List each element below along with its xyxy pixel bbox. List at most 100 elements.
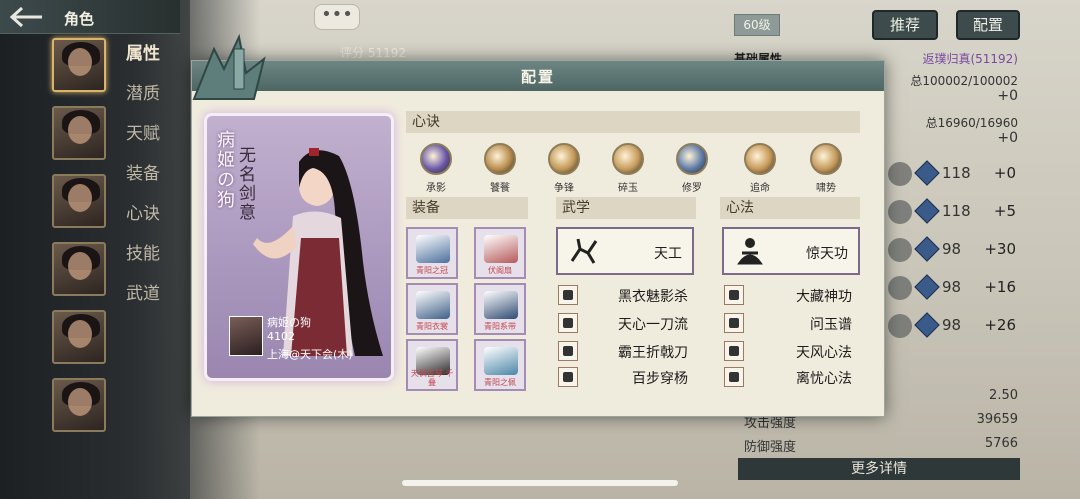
- equipment-slot[interactable]: 伏阁扇: [474, 227, 526, 279]
- skill-row[interactable]: 大藏神功: [724, 285, 852, 307]
- menu-item-attributes[interactable]: 属性: [126, 42, 160, 82]
- gem-icon: [914, 198, 940, 224]
- equipment-icon: [484, 347, 518, 375]
- martial-figure-icon: [570, 238, 598, 264]
- skill-icon: [558, 341, 578, 361]
- xinjue-item[interactable]: 修罗: [670, 143, 714, 194]
- equipment-slot[interactable]: 天枫古琴·千叠: [406, 339, 458, 391]
- xinjue-item[interactable]: 承影: [414, 143, 458, 194]
- equipment-label: 青阳之冠: [416, 266, 448, 275]
- skill-row[interactable]: 黑衣魅影杀: [558, 285, 688, 307]
- xinjue-item[interactable]: 啸势: [804, 143, 848, 194]
- xinjue-icon: [810, 143, 842, 175]
- equipment-icon: [484, 291, 518, 319]
- level-badge: 60级: [734, 14, 780, 36]
- character-list: [52, 38, 106, 446]
- skill-level-row: 118 +5: [888, 198, 1028, 236]
- modal-title: 配置: [520, 68, 555, 86]
- gem-icon: [914, 274, 940, 300]
- header-bar: 角色: [0, 0, 180, 34]
- main-wuxue-name: 天工: [654, 246, 682, 262]
- skill-row[interactable]: 霸王折戟刀: [558, 341, 688, 363]
- gem-icon: [914, 236, 940, 262]
- main-xinfa-name: 惊天功: [806, 246, 848, 262]
- skill-row[interactable]: 天风心法: [724, 341, 852, 363]
- xinjue-label: 追命: [750, 183, 770, 194]
- character-avatar[interactable]: [52, 310, 106, 364]
- menu-item-wudao[interactable]: 武道: [126, 282, 160, 322]
- recommend-button[interactable]: 推荐: [872, 10, 938, 40]
- skill-row[interactable]: 问玉谱: [724, 313, 852, 335]
- character-avatar[interactable]: [52, 378, 106, 432]
- skill-icon: [724, 341, 744, 361]
- ornament-icon: [192, 33, 266, 100]
- xinjue-item[interactable]: 争锋: [542, 143, 586, 194]
- skill-icon: [558, 367, 578, 387]
- equipment-slot[interactable]: 青阳之冠: [406, 227, 458, 279]
- skill-name: 百步穿杨: [632, 371, 688, 387]
- xinjue-label: 啸势: [816, 183, 836, 194]
- xinjue-item[interactable]: 碎玉: [606, 143, 650, 194]
- skill-row[interactable]: 天心一刀流: [558, 313, 688, 335]
- equipment-label: 青阳之佩: [484, 378, 516, 387]
- skill-icon: [724, 367, 744, 387]
- equipment-slot[interactable]: 青阳衣裳: [406, 283, 458, 335]
- character-portrait-card: 病姬の狗 无名剑意 病姬の狗 4102 上海@天下会(木): [204, 113, 394, 381]
- menu-item-talent[interactable]: 天赋: [126, 122, 160, 162]
- skill-row[interactable]: 离忧心法: [724, 367, 852, 389]
- equipment-label: 青阳衣裳: [416, 322, 448, 331]
- chat-button[interactable]: •••: [314, 4, 360, 30]
- menu-item-potential[interactable]: 潜质: [126, 82, 160, 122]
- hp-plus: +0: [997, 88, 1018, 104]
- mp-total: 总16960/16960: [925, 116, 1018, 130]
- gem-icon: [914, 160, 940, 186]
- character-avatar[interactable]: [52, 106, 106, 160]
- main-xinfa-slot[interactable]: 惊天功: [722, 227, 860, 275]
- defense-value: 5766: [984, 436, 1018, 451]
- equipment-slot[interactable]: 青阳系带: [474, 283, 526, 335]
- character-avatar[interactable]: [52, 38, 106, 92]
- main-wuxue-slot[interactable]: 天工: [556, 227, 694, 275]
- back-arrow-icon[interactable]: [8, 5, 46, 29]
- skill-name: 霸王折戟刀: [618, 345, 688, 361]
- skill-level-row: 98 +26: [888, 312, 1028, 350]
- xinfa-section-title: 心法: [720, 197, 860, 219]
- xinjue-item[interactable]: 饕餮: [478, 143, 522, 194]
- equipment-slot[interactable]: 青阳之佩: [474, 339, 526, 391]
- character-avatar[interactable]: [52, 174, 106, 228]
- owner-avatar: [229, 316, 263, 356]
- home-indicator: [402, 480, 678, 486]
- xinjue-label: 争锋: [554, 183, 574, 194]
- equipment-label: 青阳系带: [484, 322, 516, 331]
- skill-level-row: 98 +30: [888, 236, 1028, 274]
- meditation-figure-icon: [737, 238, 763, 265]
- skill-icon: [724, 285, 744, 305]
- xinjue-icon: [676, 143, 708, 175]
- config-modal: 配置 病姬の狗 无名剑意 病姬の狗 4102 上海@天下会(木) 心诀 承影 饕餮…: [191, 33, 885, 417]
- defense-label: 防御强度: [744, 440, 797, 455]
- xinjue-icon: [612, 143, 644, 175]
- config-button[interactable]: 配置: [956, 10, 1020, 40]
- owner-server: 上海@天下会(木): [267, 348, 353, 361]
- skill-level-row: 118 +0: [888, 160, 1028, 198]
- equipment-icon: [484, 235, 518, 263]
- page-title: 角色: [64, 10, 95, 28]
- equipment-icon: [416, 291, 450, 319]
- xinjue-label: 承影: [426, 183, 446, 194]
- reborn-value: 返璞归真(51192): [922, 52, 1018, 66]
- hp-total: 总100002/100002: [910, 74, 1018, 88]
- xinjue-label: 修罗: [682, 183, 702, 194]
- skill-row[interactable]: 百步穿杨: [558, 367, 688, 389]
- xinjue-icon: [484, 143, 516, 175]
- menu-item-skills[interactable]: 技能: [126, 242, 160, 282]
- skill-name: 天心一刀流: [618, 317, 688, 333]
- skill-level-list: 118 +0 118 +5 98 +30 98 +16 98 +26: [888, 160, 1028, 350]
- menu-item-xinjue[interactable]: 心诀: [126, 202, 160, 242]
- owner-name: 病姬の狗: [267, 316, 311, 329]
- menu-item-equipment[interactable]: 装备: [126, 162, 160, 202]
- equipment-label: 天枫古琴·千叠: [410, 369, 454, 387]
- xinjue-item[interactable]: 追命: [738, 143, 782, 194]
- more-details-button[interactable]: 更多详情: [738, 458, 1020, 480]
- skill-name: 天风心法: [796, 345, 852, 361]
- character-avatar[interactable]: [52, 242, 106, 296]
